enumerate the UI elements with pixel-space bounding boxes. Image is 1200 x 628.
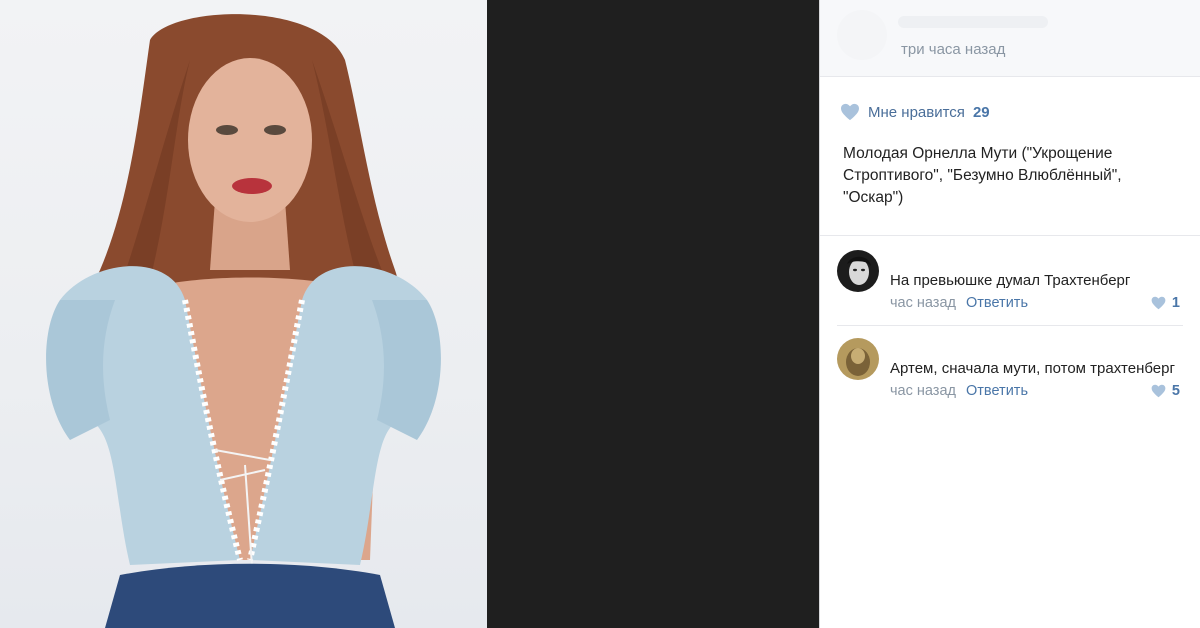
comment-meta: час назад Ответить 1 (890, 295, 1180, 315)
comments-divider (820, 235, 1200, 236)
comment-body: Артем, сначала мути, потом трахтенберг ч… (890, 338, 1180, 403)
like-label: Мне нравится (868, 103, 965, 121)
heart-icon (1151, 384, 1166, 398)
avatar-image (837, 338, 879, 380)
author-name[interactable] (898, 16, 1048, 28)
comment-text: Артем, сначала мути, потом трахтенберг (890, 360, 1175, 377)
comment-like-button[interactable]: 1 (1151, 295, 1180, 311)
post-text: Молодая Орнелла Мути ("Укрощение Стропти… (843, 145, 1122, 206)
commenter-avatar[interactable] (837, 338, 879, 380)
reply-button[interactable]: Ответить (966, 383, 1028, 399)
reply-button[interactable]: Ответить (966, 295, 1028, 311)
commenter-avatar[interactable] (837, 250, 879, 292)
post-side-panel: три часа назад Мне нравится 29 Молодая О… (820, 0, 1200, 628)
comment-time[interactable]: час назад (890, 383, 956, 399)
photo-illustration (46, 14, 441, 628)
comment-time[interactable]: час назад (890, 295, 956, 311)
comment-text: На превьюшке думал Трахтенберг (890, 272, 1131, 289)
photo-viewer[interactable] (0, 0, 819, 628)
comment-meta: час назад Ответить 5 (890, 383, 1180, 403)
post-header: три часа назад (820, 0, 1200, 77)
post-time[interactable]: три часа назад (901, 41, 1005, 58)
heart-icon (841, 103, 859, 121)
comment-body: На превьюшке думал Трахтенберг час назад… (890, 250, 1180, 315)
comment-separator (837, 325, 1183, 326)
avatar-image (837, 250, 879, 292)
like-count: 29 (972, 103, 990, 121)
comment-like-count: 5 (1171, 383, 1180, 399)
author-avatar[interactable] (837, 10, 887, 60)
comment-like-button[interactable]: 5 (1151, 383, 1180, 399)
post-photo[interactable] (0, 0, 487, 628)
heart-icon (1151, 296, 1166, 310)
comment-like-count: 1 (1171, 295, 1180, 311)
like-button[interactable]: Мне нравится 29 (840, 102, 990, 122)
